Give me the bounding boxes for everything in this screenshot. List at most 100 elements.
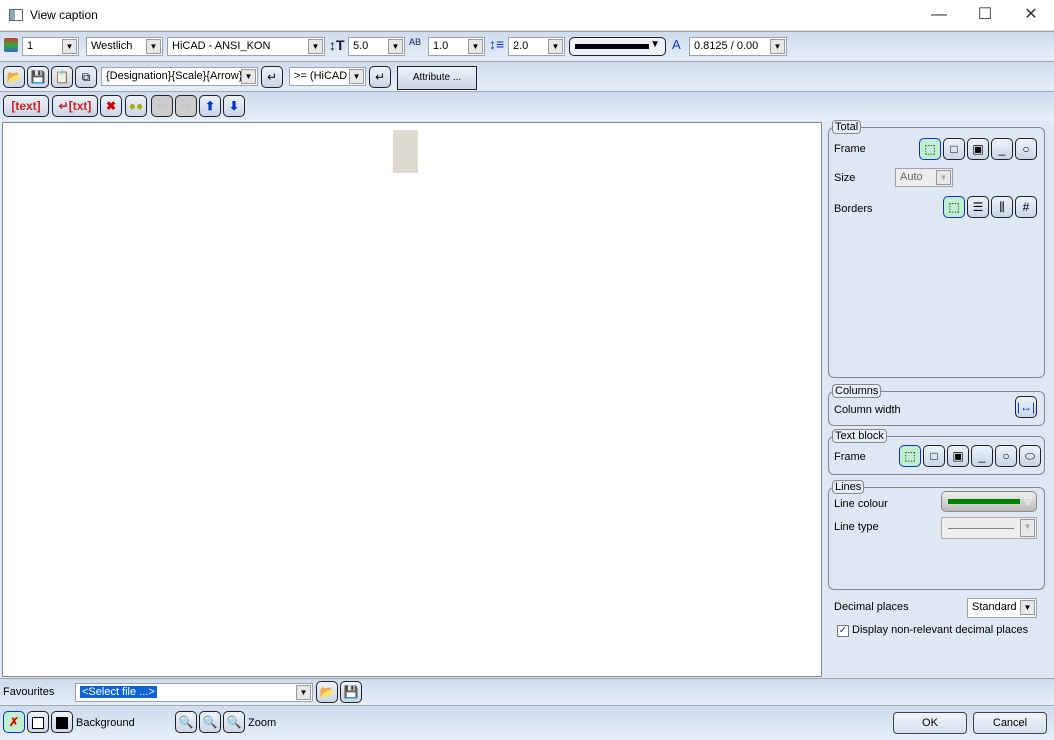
frame-underline-button[interactable]: _ <box>991 138 1013 160</box>
line-spacing-icon: ↕≡ <box>489 36 505 52</box>
total-title: Total <box>832 120 862 134</box>
borders-grid-button[interactable]: # <box>1015 196 1037 218</box>
attribute-button[interactable]: Attribute ... <box>397 66 477 90</box>
delete-icon[interactable]: ✖ <box>100 95 122 117</box>
close-button[interactable]: ✕ <box>1008 0 1054 30</box>
char-spacing-select[interactable]: 1.0 ▼ <box>428 37 485 56</box>
paste-icon[interactable]: 📋 <box>51 66 73 88</box>
standard-value: HiCAD - ANSI_KON <box>172 40 271 52</box>
background-black-button[interactable] <box>51 711 73 733</box>
layer-select[interactable]: 1 ▼ <box>22 37 79 56</box>
arrow-down-icon[interactable]: ⬇ <box>223 95 245 117</box>
decimal-places-label: Decimal places <box>834 601 909 613</box>
char-spacing-value: 1.0 <box>433 40 449 52</box>
caption-preview-block <box>393 130 418 173</box>
text-height-value: 5.0 <box>353 40 369 52</box>
window-title: View caption <box>30 8 98 22</box>
background-white-button[interactable] <box>27 711 49 733</box>
total-frame-label: Frame <box>834 143 866 155</box>
zoom-out-icon[interactable]: 🔍 <box>175 711 197 733</box>
open-folder-icon[interactable]: 📂 <box>316 681 338 703</box>
decimal-places-value: Standard <box>972 601 1017 613</box>
size-value: Auto <box>900 171 923 183</box>
insert-newline-text-button[interactable]: ↵[txt] <box>52 95 98 117</box>
zoom-fit-icon[interactable]: 🔍 <box>223 711 245 733</box>
pen-select[interactable]: ▼ <box>569 37 666 56</box>
ok-button[interactable]: OK <box>893 712 967 734</box>
link-icon[interactable]: ●● <box>125 95 147 117</box>
cancel-button[interactable]: Cancel <box>973 712 1047 734</box>
tb-frame-rounded-button[interactable]: ⬭ <box>1019 445 1041 467</box>
filter-select[interactable]: >= (HiCAD ▼ <box>289 67 366 86</box>
display-nonrelevant-checkbox[interactable]: ✓ <box>837 625 849 637</box>
standard-select[interactable]: HiCAD - ANSI_KON ▼ <box>167 37 325 56</box>
frame-circle-button[interactable]: ○ <box>1015 138 1037 160</box>
font-value: Westlich <box>91 40 133 52</box>
template-toolbar: 📂 💾 📋 ⧉ {Designation}{Scale}{Arrow} ▼ ↵ >… <box>0 61 1054 91</box>
insert-text-button[interactable]: [text] <box>3 95 49 117</box>
frame-double-button[interactable]: ▣ <box>967 138 989 160</box>
open-folder-icon[interactable]: 📂 <box>3 66 25 88</box>
preview-canvas[interactable] <box>2 122 822 677</box>
columns-title: Columns <box>832 384 882 398</box>
insert-template-button[interactable]: ↵ <box>261 66 283 88</box>
copy-icon[interactable]: ⧉ <box>75 66 97 88</box>
text-block-group: Text block Frame ⬚ □ ▣ _ ○ ⬭ <box>828 429 1045 475</box>
text-height-icon: ↕T <box>329 37 345 53</box>
text-height-select[interactable]: 5.0 ▼ <box>348 37 405 56</box>
arrow-left-icon[interactable]: ⇦ <box>151 95 173 117</box>
tb-frame-double-button[interactable]: ▣ <box>947 445 969 467</box>
arrow-right-icon[interactable]: ⇨ <box>175 95 197 117</box>
line-type-sample <box>948 528 1014 529</box>
borders-none-button[interactable]: ⬚ <box>943 196 965 218</box>
size-select[interactable]: Auto ▼ <box>895 168 953 187</box>
background-none-button[interactable]: ✗ <box>3 711 25 733</box>
insert-filter-button[interactable]: ↵ <box>369 66 391 88</box>
line-type-select[interactable]: ▼ <box>941 517 1037 539</box>
chevron-down-icon: ▼ <box>650 39 660 50</box>
template-select[interactable]: {Designation}{Scale}{Arrow} ▼ <box>101 67 258 86</box>
white-swatch-icon <box>32 716 44 729</box>
line-spacing-value: 2.0 <box>513 40 529 52</box>
borders-horizontal-button[interactable]: ☰ <box>967 196 989 218</box>
layer-value: 1 <box>27 40 34 52</box>
line-type-label: Line type <box>834 521 879 533</box>
decimal-places-select[interactable]: Standard ▼ <box>967 598 1037 618</box>
arrow-up-icon[interactable]: ⬆ <box>199 95 221 117</box>
zoom-in-icon[interactable]: 🔍 <box>199 711 221 733</box>
black-swatch-icon <box>56 716 68 729</box>
frame-none-button[interactable]: ⬚ <box>919 138 941 160</box>
favourites-select[interactable]: <Select file ...> ▼ <box>75 683 313 702</box>
text-ratio-value: 0.8125 / 0.00 <box>694 40 759 52</box>
text-block-frame-label: Frame <box>834 451 866 463</box>
pen-line-sample <box>575 44 649 49</box>
tb-frame-single-button[interactable]: □ <box>923 445 945 467</box>
line-colour-swatch <box>948 499 1020 504</box>
favourites-label: Favourites <box>3 686 55 698</box>
line-colour-select[interactable]: ▽ <box>941 491 1037 512</box>
background-label: Background <box>76 717 135 729</box>
save-icon[interactable]: 💾 <box>340 681 362 703</box>
column-width-label: Column width <box>834 404 901 416</box>
text-ratio-select[interactable]: 0.8125 / 0.00 ▼ <box>689 37 787 56</box>
zoom-label: Zoom <box>248 717 277 729</box>
minimize-button[interactable]: — <box>916 0 962 30</box>
font-select[interactable]: Westlich ▼ <box>86 37 163 56</box>
lines-title: Lines <box>832 480 865 494</box>
line-colour-label: Line colour <box>834 498 888 510</box>
filter-value: >= (HiCAD <box>294 70 348 82</box>
template-value: {Designation}{Scale}{Arrow} <box>106 70 243 82</box>
format-toolbar: 1 ▼ Westlich ▼ HiCAD - ANSI_KON ▼ ↕T 5.0 ▼ A… <box>0 31 1054 61</box>
maximize-button[interactable]: ☐ <box>962 0 1008 30</box>
edit-toolbar: [text] ↵[txt] ✖ ●● ⇦ ⇨ ⬆ ⬇ <box>0 91 1054 121</box>
tb-frame-underline-button[interactable]: _ <box>971 445 993 467</box>
borders-vertical-button[interactable]: ⫼ <box>991 196 1013 218</box>
tb-frame-circle-button[interactable]: ○ <box>995 445 1017 467</box>
borders-label: Borders <box>834 203 873 215</box>
column-width-button[interactable]: |↔| <box>1015 396 1037 418</box>
tb-frame-none-button[interactable]: ⬚ <box>899 445 921 467</box>
save-icon[interactable]: 💾 <box>27 66 49 88</box>
layers-icon <box>4 38 18 52</box>
frame-single-button[interactable]: □ <box>943 138 965 160</box>
line-spacing-select[interactable]: 2.0 ▼ <box>508 37 565 56</box>
